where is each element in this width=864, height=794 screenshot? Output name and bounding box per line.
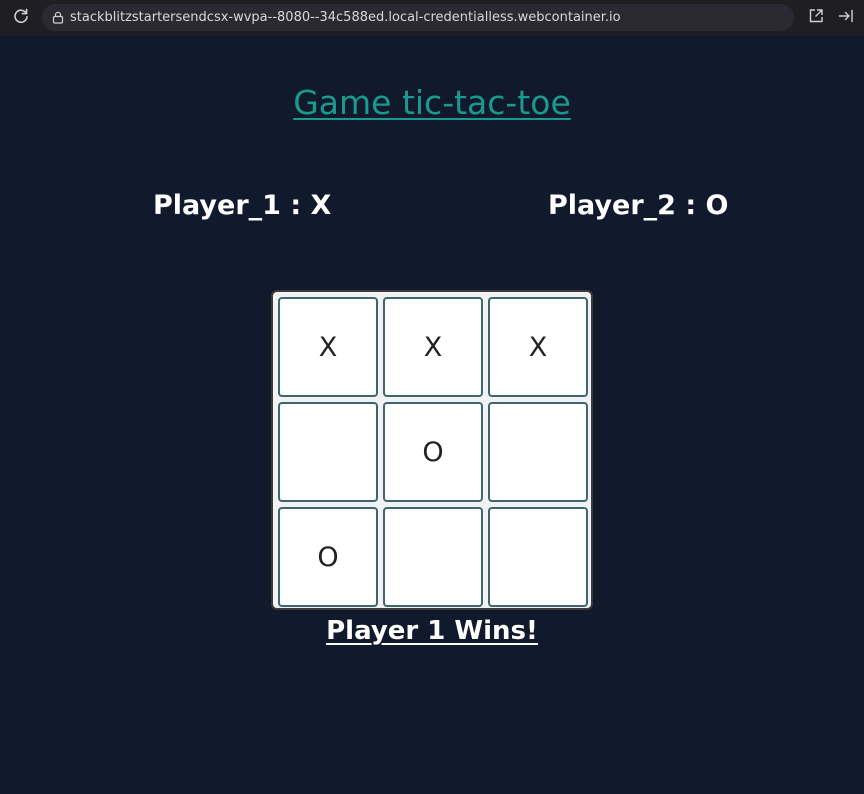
board-cell-8[interactable]	[383, 507, 483, 607]
board-cell-2[interactable]: X	[383, 297, 483, 397]
board-cell-6[interactable]	[488, 402, 588, 502]
board-cell-1[interactable]: X	[278, 297, 378, 397]
open-in-new-tab-button[interactable]	[806, 8, 826, 28]
player-1-label: Player_1 : X	[153, 190, 332, 221]
board-cell-9[interactable]	[488, 507, 588, 607]
sidebar-toggle-button[interactable]	[836, 8, 856, 28]
board-cell-4[interactable]	[278, 402, 378, 502]
board-cell-7[interactable]: O	[278, 507, 378, 607]
game-title-link[interactable]: Game tic-tac-toe	[0, 78, 864, 128]
player-2-label: Player_2 : O	[548, 190, 729, 221]
address-bar[interactable]: stackblitzstartersendcsx-wvpa--8080--34c…	[42, 4, 794, 31]
board-cell-5[interactable]: O	[383, 402, 483, 502]
reload-icon	[12, 7, 30, 29]
reload-button[interactable]	[10, 7, 32, 29]
winner-message: Player 1 Wins!	[326, 616, 538, 646]
browser-toolbar: stackblitzstartersendcsx-wvpa--8080--34c…	[0, 0, 864, 36]
board-cell-3[interactable]: X	[488, 297, 588, 397]
url-text: stackblitzstartersendcsx-wvpa--8080--34c…	[70, 10, 621, 25]
sidebar-collapse-icon	[838, 8, 854, 28]
open-in-new-tab-icon	[808, 8, 824, 28]
lock-icon	[51, 11, 65, 25]
game-board: X X X O O	[271, 290, 593, 610]
